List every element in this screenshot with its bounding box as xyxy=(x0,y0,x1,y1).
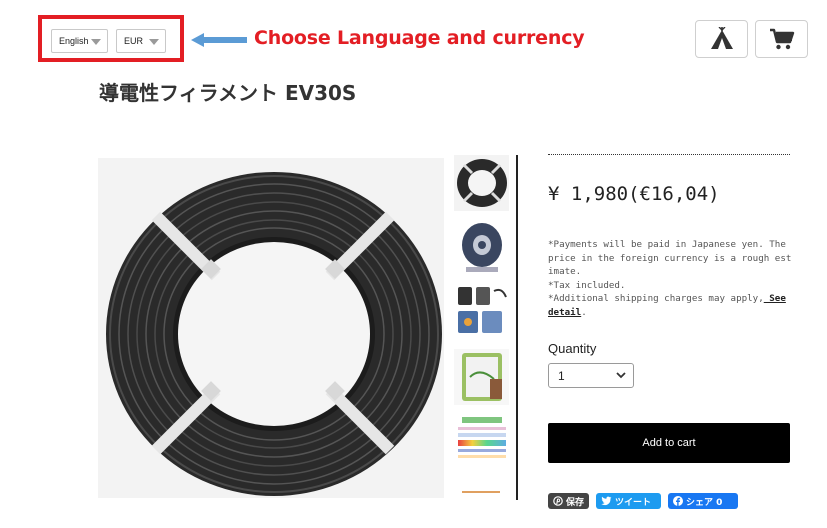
currency-select-value: EUR xyxy=(124,36,144,46)
share-buttons: 保存 ツイート シェア 0 xyxy=(548,493,738,509)
twitter-bird-icon xyxy=(601,496,612,506)
tweet-label: ツイート xyxy=(615,497,652,508)
product-price: ¥ 1,980(€16,04) xyxy=(548,183,720,205)
thumbnail-partial[interactable] xyxy=(454,477,509,500)
pinterest-save-button[interactable]: 保存 xyxy=(548,493,589,509)
caret-down-icon xyxy=(91,39,101,45)
facebook-label: シェア 0 xyxy=(686,497,723,508)
facebook-icon xyxy=(673,496,683,506)
price-notes: *Payments will be paid in Japanese yen. … xyxy=(548,238,792,320)
note-shipping-end: . xyxy=(581,306,587,318)
thumbnail-scrollbar[interactable] xyxy=(516,155,518,500)
page-title: 導電性フィラメント EV30S xyxy=(99,81,357,105)
filament-coil-image xyxy=(98,158,444,498)
tent-icon xyxy=(710,27,733,49)
language-select-value: English xyxy=(59,36,89,46)
cart-button[interactable] xyxy=(755,20,808,58)
quantity-label: Quantity xyxy=(548,341,597,356)
note-currency: *Payments will be paid in Japanese yen. … xyxy=(548,239,792,278)
quantity-value: 1 xyxy=(558,368,565,383)
product-main-image[interactable] xyxy=(98,158,444,498)
note-shipping-text: *Additional shipping charges may apply, xyxy=(548,293,764,305)
tweet-button[interactable]: ツイート xyxy=(596,493,661,509)
thumbnail-list xyxy=(452,155,510,500)
pinterest-label: 保存 xyxy=(566,497,585,508)
annotation-text: Choose Language and currency xyxy=(254,27,585,49)
thumbnail-printed-parts[interactable] xyxy=(454,283,509,339)
thumbnail-phone-photo[interactable] xyxy=(454,349,509,405)
thumbnail-spool-coil[interactable] xyxy=(454,155,509,211)
thumbnail-chart[interactable] xyxy=(454,413,509,469)
facebook-share-button[interactable]: シェア 0 xyxy=(668,493,738,509)
chevron-down-icon xyxy=(616,372,626,379)
pinterest-icon xyxy=(553,496,563,506)
note-shipping: *Additional shipping charges may apply, … xyxy=(548,292,792,319)
currency-select[interactable]: EUR xyxy=(116,29,166,53)
add-to-cart-button[interactable]: Add to cart xyxy=(548,423,790,463)
language-currency-selector: English EUR xyxy=(38,15,184,62)
arrow-left-icon xyxy=(191,33,247,47)
cart-icon xyxy=(769,28,794,50)
language-select[interactable]: English xyxy=(51,29,108,53)
caret-down-icon xyxy=(149,39,159,45)
home-button[interactable] xyxy=(695,20,748,58)
quantity-select[interactable]: 1 xyxy=(548,363,634,388)
thumbnail-spool-reel[interactable] xyxy=(454,219,509,275)
note-tax: *Tax included. xyxy=(548,279,626,291)
divider xyxy=(548,154,790,155)
